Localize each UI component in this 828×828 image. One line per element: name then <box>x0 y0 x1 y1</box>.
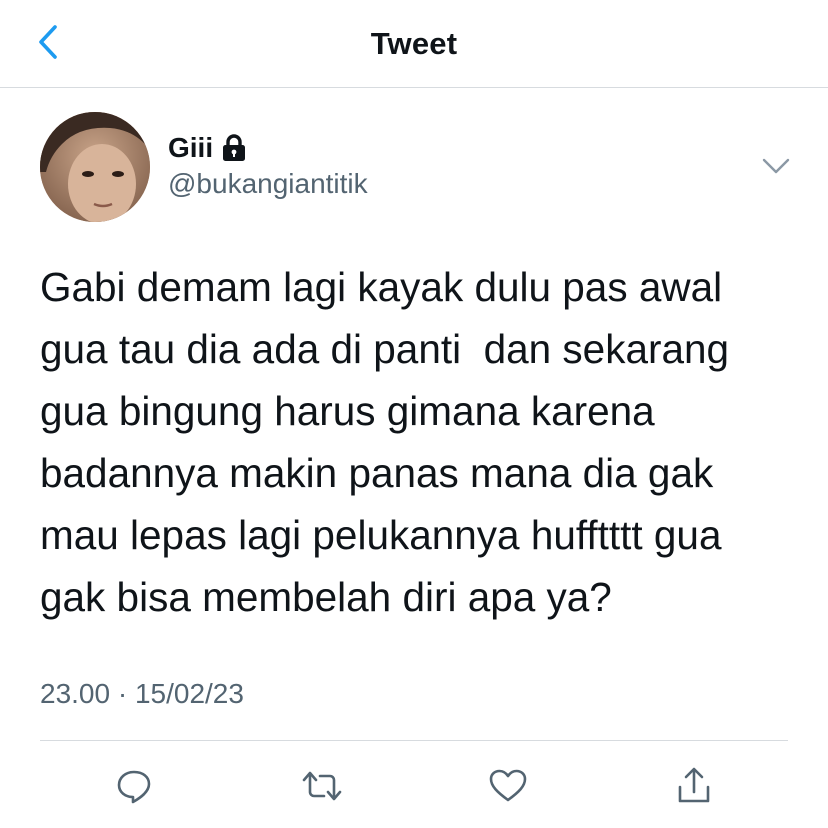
share-button[interactable] <box>670 762 718 810</box>
author-name-row: Giii <box>168 130 247 166</box>
chevron-down-icon <box>758 158 794 186</box>
heart-icon <box>487 766 529 806</box>
tweet-text-line: gua bingung harus gimana karena <box>40 388 655 434</box>
tweet-text-line: mau lepas lagi pelukannya hufftttt gua <box>40 512 722 558</box>
share-icon <box>674 765 714 807</box>
tweet-text: Gabi demam lagi kayak dulu pas awal gua … <box>40 256 800 628</box>
retweet-button[interactable] <box>298 762 346 810</box>
lock-icon <box>221 133 247 163</box>
tweet-text-line: gak bisa membelah diri apa ya? <box>40 574 612 620</box>
reply-icon <box>114 766 154 806</box>
retweet-icon <box>300 766 344 806</box>
divider <box>40 740 788 741</box>
tweet-timestamp: 23.00 · 15/02/23 <box>40 678 244 709</box>
tweet-text-line: badannya makin panas mana dia gak <box>40 450 714 496</box>
tweet-text-line: gua tau dia ada di panti dan sekarang <box>40 326 730 372</box>
top-navigation-bar: Tweet <box>0 0 828 88</box>
reply-button[interactable] <box>110 762 158 810</box>
tweet-text-line: Gabi demam lagi kayak dulu pas awal <box>40 264 723 310</box>
more-options-button[interactable] <box>758 150 794 182</box>
author-handle[interactable]: @bukangiantitik <box>168 168 368 200</box>
avatar[interactable] <box>40 112 150 222</box>
like-button[interactable] <box>484 762 532 810</box>
page-title: Tweet <box>370 26 458 61</box>
display-name[interactable]: Giii <box>168 132 213 164</box>
